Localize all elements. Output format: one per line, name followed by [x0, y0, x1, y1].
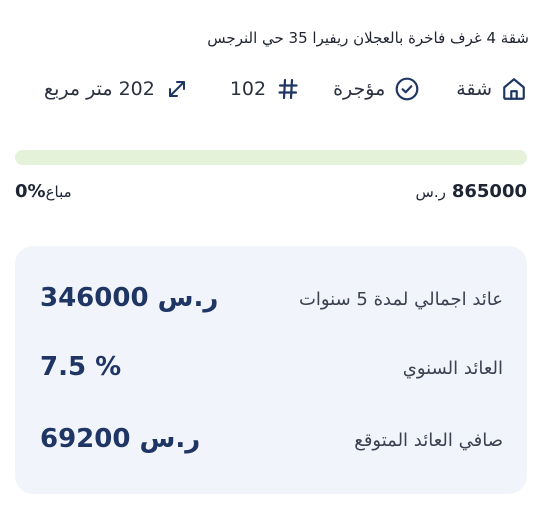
check-circle-icon [394, 76, 420, 102]
meta-type-label: شقة [456, 78, 492, 100]
meta-area: 202 متر مربع [44, 76, 190, 102]
listing-meta-row: شقة مؤجرة 102 202 متر مربع [44, 76, 527, 102]
stat-row-total-return: عائد اجمالي لمدة 5 سنوات 346000 ر.س [15, 281, 527, 321]
returns-panel: عائد اجمالي لمدة 5 سنوات 346000 ر.س العا… [15, 246, 527, 494]
sold-value: 0% [15, 181, 46, 202]
stat-value: 346000 ر.س [40, 283, 219, 313]
meta-status: مؤجرة [333, 76, 420, 102]
meta-unit-number: 102 [230, 76, 301, 102]
meta-status-label: مؤجرة [333, 78, 386, 100]
property-card[interactable]: شقة 4 غرف فاخرة بالعجلان ريفيرا 35 حي ال… [0, 0, 545, 510]
sold-percentage: مباع 0% [15, 181, 80, 202]
expand-arrows-icon [164, 76, 190, 102]
meta-type: شقة [456, 76, 527, 102]
stat-label: صافي العائد المتوقع [354, 430, 503, 451]
home-icon [501, 76, 527, 102]
funding-progress-bar [15, 150, 527, 165]
stat-row-net-return: صافي العائد المتوقع 69200 ر.س [15, 422, 527, 462]
hash-icon [275, 76, 301, 102]
sold-label: مباع [45, 183, 72, 201]
stat-value: 69200 ر.س [40, 424, 201, 454]
stat-label: العائد السنوي [402, 358, 503, 379]
price: 865000 ر.س [416, 181, 527, 202]
meta-area-label: 202 متر مربع [44, 78, 155, 100]
stat-label: عائد اجمالي لمدة 5 سنوات [298, 289, 503, 310]
price-value: 865000 [451, 181, 527, 202]
meta-unit-number-label: 102 [229, 78, 267, 100]
listing-title: شقة 4 غرف فاخرة بالعجلان ريفيرا 35 حي ال… [207, 29, 529, 47]
stat-row-annual-return: العائد السنوي 7.5 % [15, 350, 527, 390]
stat-value: 7.5 % [40, 352, 122, 382]
price-currency: ر.س [415, 183, 446, 201]
